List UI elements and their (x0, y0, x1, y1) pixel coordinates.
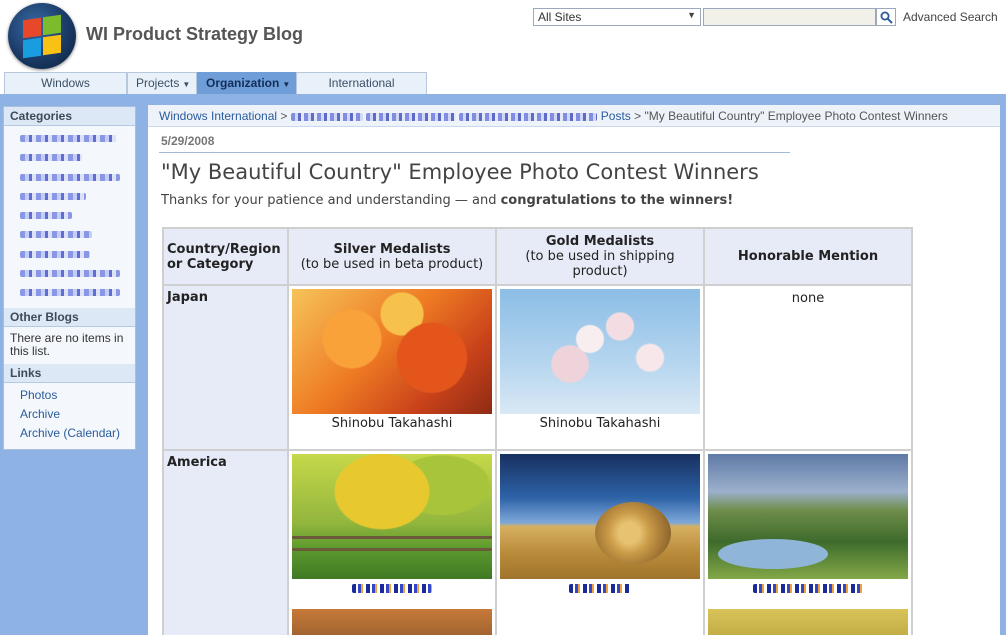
gold-cell (495, 449, 705, 635)
sidebar-item-category[interactable] (20, 130, 135, 149)
winners-table: Country/Region or Category Silver Medali… (162, 227, 913, 635)
windows-logo-icon[interactable] (8, 3, 76, 69)
search-icon (880, 11, 893, 24)
search-scope-value: All Sites (538, 10, 582, 24)
tab-international-guidelines[interactable]: International Guidelines (296, 72, 427, 110)
breadcrumb-separator: > (280, 109, 288, 123)
breadcrumb-separator: > (634, 109, 642, 123)
categories-list (4, 126, 135, 308)
chevron-down-icon: ▼ (282, 80, 291, 89)
photo-caption: Shinobu Takahashi (539, 416, 661, 431)
sidebar-link-archive[interactable]: Archive (20, 405, 135, 424)
photo-caption (500, 579, 700, 601)
post-intro-bold: congratulations to the winners! (500, 193, 734, 208)
breadcrumb-redacted[interactable] (290, 112, 363, 121)
post-title: "My Beautiful Country" Employee Photo Co… (161, 160, 759, 184)
post-intro-text: Thanks for your patience and understandi… (161, 193, 501, 208)
column-header-sub: (to be used in beta product) (300, 256, 484, 272)
silver-cell: Shinobu Takahashi (287, 284, 497, 451)
countryside-pond-photo[interactable] (708, 454, 908, 579)
divider (159, 152, 790, 153)
sidebar-item-category[interactable] (20, 188, 135, 207)
sidebar-item-category[interactable] (20, 246, 135, 265)
sidebar-link-photos[interactable]: Photos (20, 386, 135, 405)
sidebar-item-category[interactable] (20, 207, 135, 226)
nav-strip (0, 94, 1006, 105)
column-header-label: Country/Region or Category (167, 241, 281, 272)
right-frame (1000, 105, 1006, 635)
site-title[interactable]: WI Product Strategy Blog (86, 24, 303, 45)
tab-label: Projects (136, 76, 180, 90)
sidebar-item-category[interactable] (20, 226, 135, 245)
search-scope-select[interactable]: All Sites ▼ (533, 8, 701, 26)
breadcrumb-posts[interactable]: Posts (601, 109, 631, 123)
breadcrumb: Windows International > Posts > "My Beau… (159, 109, 948, 123)
sidebar-link-archive-calendar[interactable]: Archive (Calendar) (20, 424, 135, 443)
maple-photo[interactable] (292, 289, 492, 414)
silver-cell (287, 449, 497, 635)
table-row: America (162, 449, 913, 635)
autumn-tree-photo[interactable] (292, 454, 492, 579)
post-intro: Thanks for your patience and understandi… (161, 193, 733, 208)
honorable-cell: none (703, 284, 913, 451)
breadcrumb-redacted[interactable] (366, 112, 457, 121)
other-blogs-empty-text: There are no items in this list. (10, 331, 124, 358)
photo-caption (292, 579, 492, 601)
advanced-search-link[interactable]: Advanced Search (903, 10, 998, 24)
tab-windows-international[interactable]: Windows International (4, 72, 127, 110)
links-list: Photos Archive Archive (Calendar) (4, 383, 135, 449)
column-header-silver: Silver Medalists (to be used in beta pro… (287, 227, 497, 286)
column-header-sub: (to be used in shipping product) (525, 249, 675, 279)
breadcrumb-root[interactable]: Windows International (159, 109, 277, 123)
search-input[interactable] (703, 8, 876, 26)
other-blogs-heading: Other Blogs (4, 308, 135, 327)
chevron-down-icon: ▼ (687, 10, 696, 20)
gold-cell: Shinobu Takahashi (495, 284, 705, 451)
breadcrumb-current: "My Beautiful Country" Employee Photo Co… (644, 109, 948, 123)
photo-caption: Shinobu Takahashi (331, 416, 453, 431)
row-region: Japan (162, 284, 289, 451)
sidebar: Categories Other Blogs There are no item… (3, 106, 136, 450)
photo-caption (708, 579, 908, 601)
column-header-label: Silver Medalists (333, 241, 451, 257)
categories-heading: Categories (4, 107, 135, 126)
row-region: America (162, 449, 289, 635)
table-row: Japan Shinobu Takahashi Shinobu Takahash… (162, 284, 913, 451)
tab-projects[interactable]: Projects ▼ (127, 72, 197, 94)
tab-label: Organization (206, 76, 280, 90)
post-date: 5/29/2008 (161, 134, 215, 148)
site-header: WI Product Strategy Blog All Sites ▼ Adv… (0, 0, 1006, 72)
tab-organization[interactable]: Organization ▼ (197, 72, 296, 94)
breadcrumb-bar: Windows International > Posts > "My Beau… (148, 105, 1000, 127)
honorable-cell (703, 449, 913, 635)
cherry-blossom-photo[interactable] (500, 289, 700, 414)
sidebar-item-category[interactable] (20, 265, 135, 284)
sidebar-item-category[interactable] (20, 169, 135, 188)
links-heading: Links (4, 364, 135, 383)
top-nav: Windows International Projects▼ Organiza… (0, 72, 1006, 110)
column-header-label: Honorable Mention (737, 249, 879, 264)
hay-bale-photo[interactable] (500, 454, 700, 579)
column-header-label: Gold Medalists (545, 234, 655, 249)
sidebar-item-category[interactable] (20, 149, 135, 168)
breadcrumb-redacted[interactable] (459, 112, 598, 121)
photo-partial[interactable] (292, 609, 492, 635)
photo-partial[interactable] (708, 609, 908, 635)
column-header-region: Country/Region or Category (162, 227, 289, 286)
sidebar-item-category[interactable] (20, 284, 135, 303)
chevron-down-icon: ▼ (182, 80, 191, 89)
table-header-row: Country/Region or Category Silver Medali… (162, 227, 913, 286)
column-header-gold: Gold Medalists (to be used in shipping p… (495, 227, 705, 286)
search-button[interactable] (876, 8, 896, 26)
column-header-honorable: Honorable Mention (703, 227, 913, 286)
